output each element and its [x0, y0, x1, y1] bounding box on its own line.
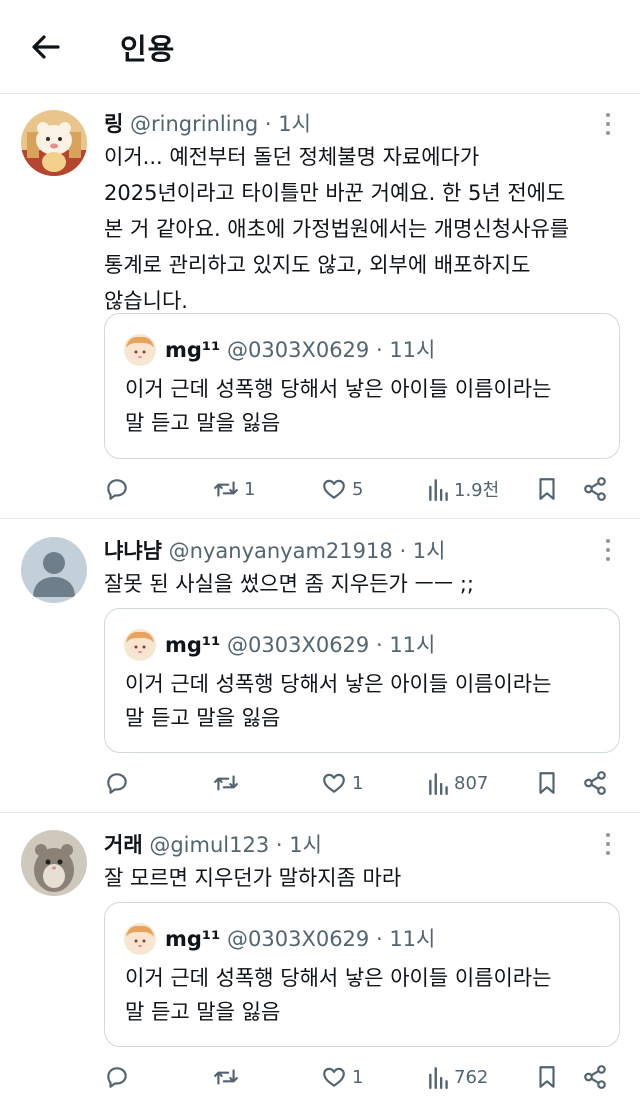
views-count: 807: [454, 772, 489, 794]
views-icon: [429, 773, 448, 796]
display-name[interactable]: 링: [104, 112, 123, 136]
avatar[interactable]: [21, 537, 87, 603]
post-text: 이거... 예전부터 돌던 정체불명 자료에다가 2025년이라고 타이틀만 바…: [104, 145, 570, 313]
quoted-post[interactable]: mg¹¹ @0303X0629 · 11시 이거 근데 성폭행 당해서 낳은 아…: [104, 902, 620, 1047]
user-handle[interactable]: @gimul123: [149, 833, 269, 857]
share-icon: [584, 1065, 606, 1089]
quoted-header: mg¹¹ @0303X0629 · 11시: [165, 629, 435, 659]
views-button[interactable]: 807: [428, 768, 488, 798]
views-count: 762: [454, 1066, 489, 1088]
views-button[interactable]: 1.9천: [428, 474, 499, 504]
display-name[interactable]: 거래: [104, 833, 143, 857]
user-handle: @0303X0629: [227, 927, 370, 951]
repost-button[interactable]: 1: [212, 474, 255, 504]
bookmark-button[interactable]: [536, 474, 558, 504]
heart-icon: [323, 773, 345, 793]
like-button[interactable]: 1: [320, 768, 363, 798]
reply-icon: [107, 479, 127, 500]
repost-button[interactable]: [212, 768, 244, 798]
repost-icon: [214, 1069, 238, 1085]
avatar[interactable]: [21, 830, 87, 896]
post-text: 잘못 된 사실을 썼으면 좀 지우든가 ㅡㅡ ;;: [104, 572, 474, 596]
post[interactable]: 냐냐냠 @nyanyanyam21918 · 1시 잘못 된 사실을 썼으면 좀…: [0, 519, 640, 813]
display-name: mg¹¹: [165, 338, 221, 362]
timestamp: · 11시: [375, 338, 436, 362]
share-icon: [584, 477, 606, 501]
timestamp[interactable]: · 1시: [276, 833, 322, 857]
quoted-header: mg¹¹ @0303X0629 · 11시: [165, 923, 435, 953]
like-count: 5: [352, 478, 364, 500]
more-button[interactable]: [596, 536, 620, 564]
post-header: 거래 @gimul123 · 1시: [104, 829, 322, 859]
post[interactable]: 거래 @gimul123 · 1시 잘 모르면 지우던가 말하지좀 마라 mg¹…: [0, 813, 640, 1107]
share-button[interactable]: [582, 1062, 608, 1092]
quoted-post[interactable]: mg¹¹ @0303X0629 · 11시 이거 근데 성폭행 당해서 낳은 아…: [104, 313, 620, 459]
repost-icon: [214, 481, 238, 497]
avatar: [124, 334, 156, 366]
action-bar: 1 762: [104, 1062, 620, 1092]
like-button[interactable]: 5: [320, 474, 363, 504]
bookmark-button[interactable]: [536, 1062, 558, 1092]
display-name: mg¹¹: [165, 927, 221, 951]
repost-count: 1: [244, 478, 256, 500]
reply-button[interactable]: [104, 1062, 134, 1092]
reply-button[interactable]: [104, 474, 134, 504]
user-handle[interactable]: @nyanyanyam21918: [169, 539, 393, 563]
user-handle: @0303X0629: [227, 338, 370, 362]
avatar[interactable]: [21, 110, 87, 176]
avatar: [124, 629, 156, 661]
like-button[interactable]: 1: [320, 1062, 363, 1092]
page-title: 인용: [120, 32, 176, 66]
timestamp: · 11시: [375, 633, 436, 657]
repost-icon: [214, 775, 238, 791]
post[interactable]: 링 @ringrinling · 1시 이거... 예전부터 돌던 정체불명 자…: [0, 94, 640, 519]
quoted-text: 이거 근데 성폭행 당해서 낳은 아이들 이름이라는 말 듣고 말을 잃음: [125, 377, 552, 435]
action-bar: 1 807: [104, 768, 620, 798]
more-button[interactable]: [596, 110, 620, 138]
back-button[interactable]: [26, 30, 66, 64]
reply-button[interactable]: [104, 768, 134, 798]
reply-icon: [107, 1067, 127, 1088]
bookmark-button[interactable]: [536, 768, 558, 798]
more-vertical-icon: [606, 539, 610, 543]
repost-button[interactable]: [212, 1062, 244, 1092]
post-header: 링 @ringrinling · 1시: [104, 108, 311, 138]
post-header: 냐냐냠 @nyanyanyam21918 · 1시: [104, 535, 445, 565]
like-count: 1: [352, 772, 364, 794]
user-handle: @0303X0629: [227, 633, 370, 657]
reply-icon: [107, 773, 127, 794]
bookmark-icon: [539, 1066, 555, 1088]
timestamp[interactable]: · 1시: [265, 112, 311, 136]
user-handle[interactable]: @ringrinling: [130, 112, 258, 136]
views-button[interactable]: 762: [428, 1062, 488, 1092]
display-name: mg¹¹: [165, 633, 221, 657]
timestamp: · 11시: [375, 927, 436, 951]
share-button[interactable]: [582, 768, 608, 798]
share-icon: [584, 771, 606, 795]
views-count: 1.9천: [454, 480, 500, 501]
quoted-post[interactable]: mg¹¹ @0303X0629 · 11시 이거 근데 성폭행 당해서 낳은 아…: [104, 608, 620, 753]
post-text: 잘 모르면 지우던가 말하지좀 마라: [104, 866, 402, 890]
quoted-text: 이거 근데 성폭행 당해서 낳은 아이들 이름이라는 말 듣고 말을 잃음: [125, 966, 552, 1024]
share-button[interactable]: [582, 474, 608, 504]
views-icon: [429, 1067, 448, 1090]
top-bar: 인용: [0, 0, 640, 94]
quoted-header: mg¹¹ @0303X0629 · 11시: [165, 334, 435, 364]
bookmark-icon: [539, 772, 555, 794]
heart-icon: [323, 1067, 345, 1087]
avatar: [124, 923, 156, 955]
bookmark-icon: [539, 478, 555, 500]
display-name[interactable]: 냐냐냠: [104, 539, 162, 563]
more-button[interactable]: [596, 830, 620, 858]
like-count: 1: [352, 1066, 364, 1088]
quoted-text: 이거 근데 성폭행 당해서 낳은 아이들 이름이라는 말 듣고 말을 잃음: [125, 672, 552, 730]
heart-icon: [323, 479, 345, 499]
more-vertical-icon: [606, 113, 610, 117]
timestamp[interactable]: · 1시: [399, 539, 445, 563]
more-vertical-icon: [606, 833, 610, 837]
views-icon: [429, 479, 448, 502]
arrow-left-icon: [32, 35, 60, 59]
action-bar: 1 5 1.9천: [104, 474, 620, 504]
